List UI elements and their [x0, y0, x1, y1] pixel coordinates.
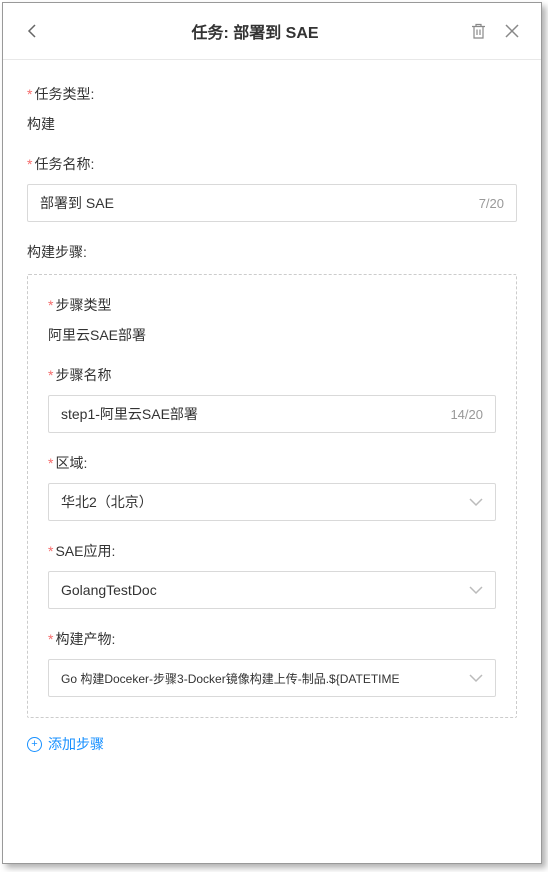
task-panel: 任务: 部署到 SAE 任务类型: 构建 任务名称: 7/20	[2, 2, 542, 864]
back-button[interactable]	[23, 22, 41, 40]
step-type-value: 阿里云SAE部署	[48, 325, 496, 345]
step-type-field: 步骤类型 阿里云SAE部署	[48, 295, 496, 345]
add-step-label: 添加步骤	[48, 734, 104, 754]
step-name-field: 步骤名称 14/20	[48, 365, 496, 433]
region-field: 区域: 华北2（北京）	[48, 453, 496, 521]
build-steps-section: 构建步骤: 步骤类型 阿里云SAE部署 步骤名称 14/20 区域:	[27, 242, 517, 756]
step-type-label: 步骤类型	[48, 295, 496, 315]
step-box: 步骤类型 阿里云SAE部署 步骤名称 14/20 区域: 华北2（北京）	[27, 274, 517, 718]
task-type-value: 构建	[27, 114, 517, 134]
panel-title: 任务: 部署到 SAE	[41, 19, 469, 43]
task-name-field: 任务名称: 7/20	[27, 154, 517, 222]
plus-circle-icon: +	[27, 737, 42, 752]
task-type-field: 任务类型: 构建	[27, 84, 517, 134]
chevron-down-icon	[469, 498, 483, 507]
region-select[interactable]: 华北2（北京）	[48, 483, 496, 521]
sae-app-field: SAE应用: GolangTestDoc	[48, 541, 496, 609]
close-icon	[505, 24, 519, 38]
trash-icon	[471, 23, 486, 39]
panel-content: 任务类型: 构建 任务名称: 7/20 构建步骤: 步骤类型 阿里云SAE部署 …	[3, 60, 541, 863]
step-name-input-wrapper: 14/20	[48, 395, 496, 433]
close-button[interactable]	[503, 22, 521, 40]
task-name-label: 任务名称:	[27, 154, 517, 174]
chevron-down-icon	[469, 586, 483, 595]
task-type-label: 任务类型:	[27, 84, 517, 104]
chevron-left-icon	[27, 23, 37, 39]
region-value: 华北2（北京）	[61, 492, 469, 512]
region-label: 区域:	[48, 453, 496, 473]
header-actions	[469, 22, 521, 40]
chevron-down-icon	[469, 674, 483, 683]
task-name-input-wrapper: 7/20	[27, 184, 517, 222]
task-name-count: 7/20	[479, 196, 504, 211]
step-name-label: 步骤名称	[48, 365, 496, 385]
task-name-input[interactable]	[40, 195, 471, 211]
step-name-count: 14/20	[450, 407, 483, 422]
sae-app-value: GolangTestDoc	[61, 582, 469, 598]
step-name-input[interactable]	[61, 406, 442, 422]
artifact-select[interactable]: Go 构建Doceker-步骤3-Docker镜像构建上传-制品.${DATET…	[48, 659, 496, 697]
sae-app-label: SAE应用:	[48, 541, 496, 561]
artifact-field: 构建产物: Go 构建Doceker-步骤3-Docker镜像构建上传-制品.$…	[48, 629, 496, 697]
delete-button[interactable]	[469, 22, 487, 40]
sae-app-select[interactable]: GolangTestDoc	[48, 571, 496, 609]
artifact-value: Go 构建Doceker-步骤3-Docker镜像构建上传-制品.${DATET…	[61, 670, 469, 687]
panel-header: 任务: 部署到 SAE	[3, 3, 541, 60]
artifact-label: 构建产物:	[48, 629, 496, 649]
add-step-button[interactable]: + 添加步骤	[27, 732, 517, 756]
build-steps-label: 构建步骤:	[27, 242, 517, 262]
